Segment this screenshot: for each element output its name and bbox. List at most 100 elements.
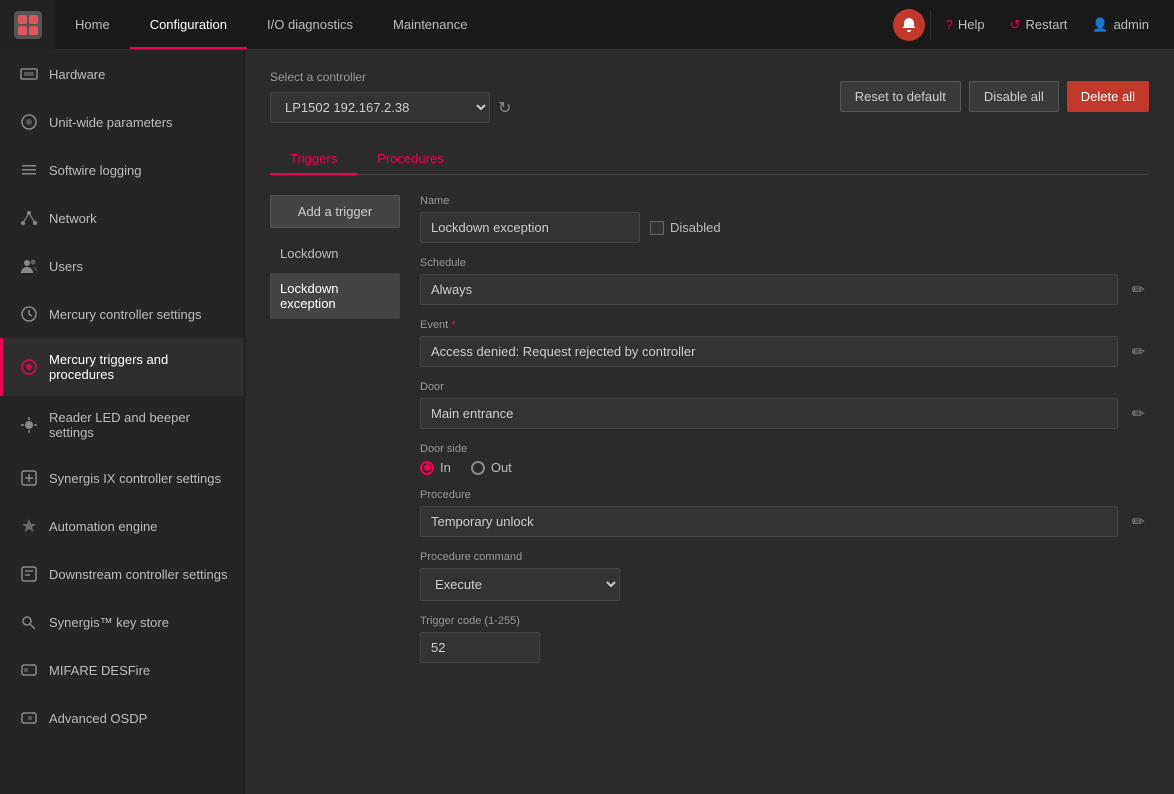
topnav: Home Configuration I/O diagnostics Maint…	[0, 0, 1174, 50]
synergis-key-icon	[19, 612, 39, 632]
sidebar-item-mercury-triggers-label: Mercury triggers and procedures	[49, 352, 228, 382]
sidebar-item-downstream[interactable]: Downstream controller settings	[0, 550, 244, 598]
sidebar-item-hardware[interactable]: Hardware	[0, 50, 244, 98]
controller-select-row: LP1502 192.167.2.38 ↻	[270, 92, 511, 123]
app-logo	[14, 11, 42, 39]
procedure-edit-button[interactable]: ✏	[1128, 508, 1149, 536]
network-icon	[19, 208, 39, 228]
radio-in-circle[interactable]	[420, 461, 434, 475]
controller-left: Select a controller LP1502 192.167.2.38 …	[270, 70, 511, 123]
trigger-code-field-group: Trigger code (1-255)	[420, 615, 1149, 663]
procedure-row: ✏	[420, 506, 1149, 537]
sidebar-item-synergis-key-label: Synergis™ key store	[49, 615, 169, 630]
door-side-label: Door side	[420, 443, 1149, 455]
restart-icon: ↺	[1010, 17, 1021, 33]
trigger-item-lockdown-exception[interactable]: Lockdown exception	[270, 273, 400, 319]
admin-label: admin	[1114, 17, 1149, 32]
mercury-controller-icon	[19, 304, 39, 324]
sidebar-item-users[interactable]: Users	[0, 242, 244, 290]
door-side-radio-group: In Out	[420, 460, 1149, 475]
nav-io-diagnostics[interactable]: I/O diagnostics	[247, 0, 373, 49]
radio-in-label: In	[440, 460, 451, 475]
controller-select[interactable]: LP1502 192.167.2.38	[270, 92, 490, 123]
nav-home[interactable]: Home	[55, 0, 130, 49]
name-input[interactable]	[420, 212, 640, 243]
sidebar-item-mifare-label: MIFARE DESFire	[49, 663, 150, 678]
schedule-field-group: Schedule ✏	[420, 257, 1149, 305]
event-row: ✏	[420, 336, 1149, 367]
sidebar-item-network[interactable]: Network	[0, 194, 244, 242]
nav-maintenance[interactable]: Maintenance	[373, 0, 487, 49]
door-edit-button[interactable]: ✏	[1128, 400, 1149, 428]
procedure-input[interactable]	[420, 506, 1118, 537]
restart-label: Restart	[1025, 17, 1067, 32]
mifare-icon	[19, 660, 39, 680]
sidebar-item-softwire[interactable]: Softwire logging	[0, 146, 244, 194]
door-input[interactable]	[420, 398, 1118, 429]
door-side-field-group: Door side In Out	[420, 443, 1149, 475]
trigger-layout: Add a trigger Lockdown Lockdown exceptio…	[270, 195, 1149, 663]
tabs: Triggers Procedures	[270, 143, 1149, 175]
radio-out-label: Out	[491, 460, 512, 475]
unit-wide-icon	[19, 112, 39, 132]
disabled-checkbox[interactable]	[650, 221, 664, 235]
trigger-list: Add a trigger Lockdown Lockdown exceptio…	[270, 195, 400, 663]
divider	[930, 10, 931, 40]
logo	[0, 0, 55, 50]
hardware-icon	[19, 64, 39, 84]
advanced-osdp-icon	[19, 708, 39, 728]
sidebar-item-unit-wide[interactable]: Unit-wide parameters	[0, 98, 244, 146]
trigger-item-lockdown[interactable]: Lockdown	[270, 238, 400, 269]
event-input[interactable]	[420, 336, 1118, 367]
event-edit-button[interactable]: ✏	[1128, 338, 1149, 366]
sidebar-item-mifare[interactable]: MIFARE DESFire	[0, 646, 244, 694]
procedure-label: Procedure	[420, 489, 1149, 501]
radio-out-circle[interactable]	[471, 461, 485, 475]
sidebar-item-synergis-ix[interactable]: Synergis IX controller settings	[0, 454, 244, 502]
delete-all-button[interactable]: Delete all	[1067, 81, 1149, 112]
radio-out[interactable]: Out	[471, 460, 512, 475]
sidebar-item-automation[interactable]: Automation engine	[0, 502, 244, 550]
sidebar-item-mercury-controller-label: Mercury controller settings	[49, 307, 201, 322]
sidebar-item-synergis-key[interactable]: Synergis™ key store	[0, 598, 244, 646]
sidebar: Hardware Unit-wide parameters Softwire l…	[0, 50, 245, 794]
admin-button[interactable]: 👤 admin	[1082, 12, 1159, 38]
users-icon	[19, 256, 39, 276]
trigger-form: Name Disabled Schedule ✏	[420, 195, 1149, 663]
sidebar-item-advanced-osdp[interactable]: Advanced OSDP	[0, 694, 244, 742]
help-label: Help	[958, 17, 985, 32]
nav-configuration[interactable]: Configuration	[130, 0, 247, 49]
sidebar-item-users-label: Users	[49, 259, 83, 274]
sidebar-item-network-label: Network	[49, 211, 97, 226]
name-label: Name	[420, 195, 1149, 207]
disabled-label: Disabled	[670, 220, 721, 235]
sidebar-item-reader-led-label: Reader LED and beeper settings	[49, 410, 228, 440]
schedule-input[interactable]	[420, 274, 1118, 305]
restart-button[interactable]: ↺ Restart	[1000, 12, 1078, 38]
procedure-command-field-group: Procedure command ExecuteStopResume	[420, 551, 1149, 601]
door-field-group: Door ✏	[420, 381, 1149, 429]
sidebar-item-reader-led[interactable]: Reader LED and beeper settings	[0, 396, 244, 454]
add-trigger-button[interactable]: Add a trigger	[270, 195, 400, 228]
schedule-row: ✏	[420, 274, 1149, 305]
procedure-command-select[interactable]: ExecuteStopResume	[420, 568, 620, 601]
schedule-edit-button[interactable]: ✏	[1128, 276, 1149, 304]
disable-all-button[interactable]: Disable all	[969, 81, 1059, 112]
layout: Hardware Unit-wide parameters Softwire l…	[0, 50, 1174, 794]
sidebar-item-mercury-triggers[interactable]: Mercury triggers and procedures	[0, 338, 244, 396]
trigger-code-input[interactable]	[420, 632, 540, 663]
tab-procedures[interactable]: Procedures	[357, 143, 463, 174]
tab-triggers[interactable]: Triggers	[270, 143, 357, 174]
sidebar-item-synergis-ix-label: Synergis IX controller settings	[49, 471, 221, 486]
synergis-ix-icon	[19, 468, 39, 488]
door-row: ✏	[420, 398, 1149, 429]
event-field-group: Event * ✏	[420, 319, 1149, 367]
reset-to-default-button[interactable]: Reset to default	[840, 81, 961, 112]
help-button[interactable]: ? Help	[936, 12, 995, 37]
refresh-icon[interactable]: ↻	[498, 98, 511, 118]
sidebar-item-mercury-controller[interactable]: Mercury controller settings	[0, 290, 244, 338]
mercury-triggers-icon	[19, 357, 39, 377]
controller-buttons: Reset to default Disable all Delete all	[840, 81, 1149, 112]
radio-in[interactable]: In	[420, 460, 451, 475]
notification-bell[interactable]	[893, 9, 925, 41]
